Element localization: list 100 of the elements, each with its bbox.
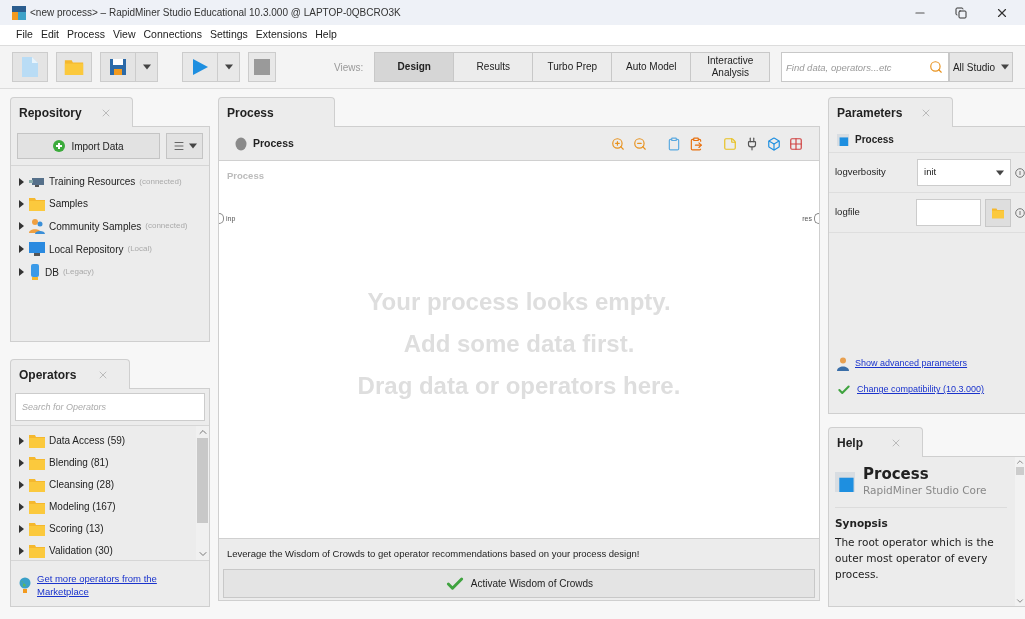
folder-icon xyxy=(29,196,45,211)
clipboard-icon[interactable] xyxy=(667,136,681,151)
panel-tab[interactable]: Process xyxy=(218,97,335,127)
item-status: (connected) xyxy=(139,175,182,188)
operator-group[interactable]: Data Access (59) xyxy=(49,433,126,448)
expander-icon[interactable] xyxy=(17,524,25,533)
view-tab[interactable]: Auto Model xyxy=(611,52,692,82)
info-icon[interactable] xyxy=(1015,207,1025,218)
recommendation-text: Leverage the Wisdom of Crowds to get operator recommendations based on your process design! xyxy=(226,547,641,561)
repository-item[interactable]: Samples xyxy=(49,196,88,211)
paste-icon[interactable] xyxy=(689,136,703,151)
window-title: <new process> – RapidMiner Studio Educational 10.3.000 @ LAPTOP-0QBCRO3K xyxy=(30,6,401,20)
stop-button[interactable] xyxy=(248,52,276,82)
box-icon[interactable] xyxy=(767,136,781,151)
operator-group[interactable]: Cleansing (28) xyxy=(49,477,115,492)
folder-icon xyxy=(29,543,45,558)
check-icon xyxy=(837,383,851,397)
run-dropdown-button[interactable] xyxy=(218,52,240,82)
operator-group[interactable]: Modeling (167) xyxy=(49,499,116,514)
menu-item[interactable]: Connections xyxy=(143,27,202,43)
view-tab[interactable]: Results xyxy=(453,52,534,82)
operator-search-field[interactable]: Search for Operators xyxy=(15,393,205,421)
menu-item[interactable]: View xyxy=(112,27,136,43)
expander-icon[interactable] xyxy=(17,222,25,230)
folder-icon xyxy=(29,521,45,536)
panel-tab[interactable]: Help xyxy=(828,427,923,457)
menu-item[interactable]: File xyxy=(16,27,33,43)
panel-tab[interactable]: Operators xyxy=(10,359,130,389)
advanced-parameters-link[interactable]: Show advanced parameters xyxy=(855,357,968,371)
expander-icon[interactable] xyxy=(17,546,25,555)
repository-item[interactable]: Training Resources xyxy=(49,174,136,189)
view-tab[interactable]: Design xyxy=(374,52,455,82)
save-button[interactable] xyxy=(100,52,136,82)
compatibility-link[interactable]: Change compatibility (10.3.000) xyxy=(857,383,985,397)
scroll-thumb[interactable] xyxy=(1016,467,1024,475)
operator-icon xyxy=(235,136,247,151)
panel-tab[interactable]: Repository xyxy=(10,97,133,127)
file-field[interactable] xyxy=(915,199,981,226)
restore-icon[interactable] xyxy=(955,6,967,19)
scroll-up-icon[interactable] xyxy=(1015,457,1025,467)
repository-item[interactable]: Local Repository xyxy=(49,241,124,257)
run-button[interactable] xyxy=(182,52,218,82)
folder-icon xyxy=(29,477,45,492)
scroll-thumb[interactable] xyxy=(197,438,208,523)
expander-icon[interactable] xyxy=(17,245,25,253)
menu-item[interactable]: Extensions xyxy=(255,27,308,43)
save-dropdown-button[interactable] xyxy=(136,52,158,82)
scrollbar[interactable] xyxy=(196,426,209,560)
zoom-in-icon[interactable] xyxy=(611,136,625,151)
globe-icon xyxy=(19,577,31,593)
folder-icon xyxy=(29,433,45,448)
select-field[interactable]: init xyxy=(917,159,1011,186)
help-heading: Process xyxy=(863,465,930,483)
expander-icon[interactable] xyxy=(17,480,25,489)
breadcrumb[interactable]: Process xyxy=(253,135,294,152)
operator-group[interactable]: Scoring (13) xyxy=(49,521,104,536)
search-icon xyxy=(929,60,943,74)
caret-icon xyxy=(1001,64,1010,70)
expander-icon[interactable] xyxy=(17,268,25,276)
view-tab[interactable]: Interactive Analysis xyxy=(690,52,771,82)
repository-item[interactable]: DB xyxy=(45,264,59,280)
document-icon xyxy=(22,57,38,77)
section-heading: Synopsis xyxy=(835,515,889,531)
import-data-button[interactable]: Import Data xyxy=(17,133,160,159)
output-port[interactable] xyxy=(814,213,819,225)
search-field[interactable]: Find data, operators...etc xyxy=(781,52,949,82)
scroll-down-icon[interactable] xyxy=(1015,596,1025,606)
expander-icon[interactable] xyxy=(17,458,25,467)
operator-group[interactable]: Blending (81) xyxy=(49,455,109,470)
panel-tab[interactable]: Parameters xyxy=(828,97,953,127)
play-icon xyxy=(192,59,208,75)
parameter-label: logverbosity xyxy=(835,165,887,180)
operator-group[interactable]: Validation (30) xyxy=(49,543,113,558)
marketplace-link[interactable]: Get more operators from the Marketplace xyxy=(37,573,201,599)
stop-icon xyxy=(254,59,270,75)
expander-icon[interactable] xyxy=(17,436,25,445)
menu-item[interactable]: Settings xyxy=(209,27,248,43)
menu-item[interactable]: Edit xyxy=(40,27,59,43)
menu-dropdown-button[interactable] xyxy=(166,133,203,159)
caret-icon xyxy=(142,64,151,70)
menu-item[interactable]: Process xyxy=(67,27,105,43)
cylinder-icon xyxy=(29,264,41,280)
menu-item[interactable]: Help xyxy=(315,27,337,43)
info-icon[interactable] xyxy=(1015,167,1025,178)
repository-item[interactable]: Community Samples xyxy=(49,218,142,234)
grid-icon[interactable] xyxy=(789,136,803,151)
people-icon xyxy=(29,218,45,234)
scrollbar[interactable] xyxy=(1015,457,1025,606)
scope-dropdown[interactable]: All Studio xyxy=(949,52,1013,82)
expander-icon[interactable] xyxy=(17,177,25,186)
activate-button[interactable]: Activate Wisdom of Crowds xyxy=(223,569,815,599)
expander-icon[interactable] xyxy=(17,502,25,511)
view-tab[interactable]: Turbo Prep xyxy=(532,52,613,82)
caret-icon xyxy=(996,169,1004,176)
input-port[interactable] xyxy=(219,213,224,225)
folder-icon xyxy=(64,59,84,75)
expander-icon[interactable] xyxy=(17,199,25,208)
browse-button[interactable] xyxy=(984,198,1011,227)
plug-icon[interactable] xyxy=(745,136,759,151)
zoom-out-icon[interactable] xyxy=(633,136,647,151)
